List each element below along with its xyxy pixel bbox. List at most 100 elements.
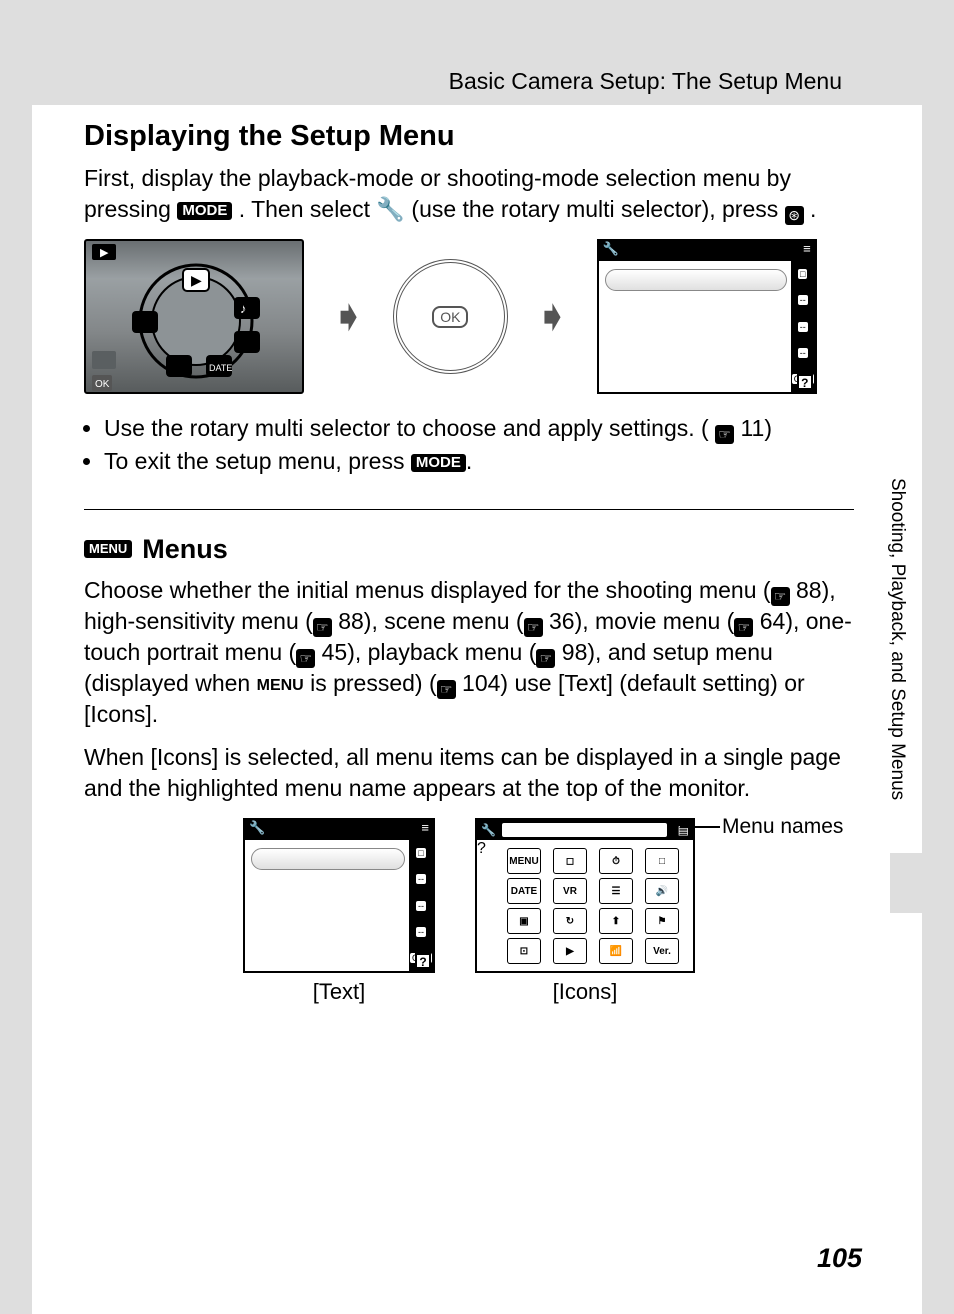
figure-row-2: 🔧 ≡ □ -- -- -- OFF ? [Text] <box>84 818 854 1005</box>
page-ref-icon: ☞ <box>313 618 332 637</box>
icons-menu-screen-figure: 🔧 ▤ MENU ◻ ⏱ □ DATE VR ☰ 🔊 ▣ ↻ <box>475 818 695 973</box>
menu-title-bar: 🔧 ≡ <box>245 820 433 840</box>
page-ref-number: 11 <box>740 415 764 441</box>
side-item: □ <box>798 269 807 279</box>
mode-dial-screen-figure: ▶ ▶ ♪ DATE OK <box>84 239 304 394</box>
arrow-right-icon: ➧ <box>330 291 367 342</box>
menu-name-area <box>502 823 667 837</box>
grid-icon: VR <box>553 878 587 904</box>
grid-icon: MENU <box>507 848 541 874</box>
slider-icon: ≡ <box>803 241 811 261</box>
breadcrumb: Basic Camera Setup: The Setup Menu <box>449 68 842 95</box>
mode-button-icon: MODE <box>411 454 466 472</box>
grid-icon: ⏱ <box>599 848 633 874</box>
intro-text: (use the rotary multi selector), press <box>411 196 784 222</box>
svg-text:DATE: DATE <box>209 363 232 373</box>
page-ref-number: 98 <box>562 639 588 665</box>
section-divider <box>84 509 854 510</box>
wrench-icon: 🔧 <box>481 823 496 837</box>
bullet-text: . <box>466 448 472 474</box>
body-text: ), playback menu ( <box>347 639 536 665</box>
wrench-icon: 🔧 <box>249 820 265 840</box>
rotary-multi-selector-figure: OK <box>393 259 508 374</box>
grid-icon: 📶 <box>599 938 633 964</box>
heading-text: Menus <box>142 534 228 565</box>
side-item: □ <box>416 848 425 858</box>
grid-icon: 🔊 <box>645 878 679 904</box>
setup-wrench-icon: 🔧 <box>376 196 405 222</box>
page-ref-number: 45 <box>322 639 348 665</box>
menu-title-bar: 🔧 ▤ <box>477 820 693 840</box>
section-heading: MENU Menus <box>84 534 854 565</box>
manual-page: Basic Camera Setup: The Setup Menu Displ… <box>32 0 922 1314</box>
menu-selected-row <box>605 269 787 291</box>
grid-icon: DATE <box>507 878 541 904</box>
mode-button-icon: MODE <box>177 202 232 220</box>
help-icon: ? <box>797 374 813 390</box>
callout-label: Menu names <box>722 815 843 839</box>
grid-icon: ↻ <box>553 908 587 934</box>
icons-menu-figure-column: 🔧 ▤ MENU ◻ ⏱ □ DATE VR ☰ 🔊 ▣ ↻ <box>475 818 695 1005</box>
body-text: is pressed) ( <box>304 670 437 696</box>
page-ref-icon: ☞ <box>524 618 543 637</box>
side-item: -- <box>416 927 426 937</box>
page-ref-number: 88 <box>338 608 364 634</box>
page-ref-icon: ☞ <box>771 587 790 606</box>
page-ref-icon: ☞ <box>715 425 734 444</box>
help-icon: ? <box>415 953 431 969</box>
grid-icon: □ <box>645 848 679 874</box>
list-item: Use the rotary multi selector to choose … <box>104 412 854 445</box>
menu-side-column: □ -- -- -- OFF <box>409 840 433 971</box>
menu-side-column: □ -- -- -- OFF <box>791 261 815 392</box>
menu-button-icon: MENU <box>84 540 132 558</box>
side-item: -- <box>416 901 426 911</box>
page-header-bar: Basic Camera Setup: The Setup Menu <box>32 0 922 105</box>
grid-icon: ⚑ <box>645 908 679 934</box>
bullet-text: ) <box>764 415 772 441</box>
grid-icon: ◻ <box>553 848 587 874</box>
page-ref-icon: ☞ <box>296 649 315 668</box>
grid-icon: Ver. <box>645 938 679 964</box>
text-menu-screen-figure: 🔧 ≡ □ -- -- -- OFF ? <box>243 818 435 973</box>
body-text: Choose whether the initial menus display… <box>84 577 771 603</box>
icons-grid: MENU ◻ ⏱ □ DATE VR ☰ 🔊 ▣ ↻ ⬆ ⚑ ⊡ ▶ <box>507 848 683 964</box>
side-tab-thumb <box>890 853 922 913</box>
bullet-text: Use the rotary multi selector to choose … <box>104 415 709 441</box>
menus-paragraph-1: Choose whether the initial menus display… <box>84 575 854 730</box>
body-text: ), movie menu ( <box>575 608 735 634</box>
svg-text:OK: OK <box>95 379 110 390</box>
menu-title-bar: 🔧 ≡ <box>599 241 815 261</box>
page-ref-number: 36 <box>549 608 575 634</box>
page-number: 105 <box>817 1243 862 1274</box>
bullet-list: Use the rotary multi selector to choose … <box>84 412 854 479</box>
menu-selected-row <box>251 848 405 870</box>
intro-text: . Then select <box>239 196 377 222</box>
body-text: ), scene menu ( <box>364 608 524 634</box>
callout-line <box>680 826 720 828</box>
mode-dial-illustration: ▶ ▶ ♪ DATE OK <box>86 241 306 396</box>
side-tab-label: Shooting, Playback, and Setup Menus <box>886 478 908 800</box>
page-ref-number: 104 <box>462 670 500 696</box>
setup-menu-text-screen-figure: 🔧 ≡ □ -- -- -- OFF ? <box>597 239 817 394</box>
grid-icon: ▶ <box>553 938 587 964</box>
arrow-right-icon: ➧ <box>534 291 571 342</box>
side-item: -- <box>798 322 808 332</box>
side-item: -- <box>798 348 808 358</box>
ok-button-icon: ⊛ <box>785 206 804 225</box>
figure-label-text: [Text] <box>313 979 366 1005</box>
grid-icon: ☰ <box>599 878 633 904</box>
page-ref-icon: ☞ <box>536 649 555 668</box>
side-tab: Shooting, Playback, and Setup Menus <box>872 478 922 918</box>
wrench-icon: 🔧 <box>603 241 619 261</box>
slider-icon: ≡ <box>421 820 429 840</box>
ok-center-button: OK <box>432 306 468 328</box>
grid-icon: ⊡ <box>507 938 541 964</box>
svg-text:♪: ♪ <box>240 301 247 316</box>
page-ref-icon: ☞ <box>437 680 456 699</box>
page-ref-number: 88 <box>796 577 822 603</box>
menus-paragraph-2: When [Icons] is selected, all menu items… <box>84 742 854 804</box>
figure-label-icons: [Icons] <box>553 979 618 1005</box>
bullet-text: To exit the setup menu, press <box>104 448 411 474</box>
list-item: To exit the setup menu, press MODE. <box>104 445 854 478</box>
page-content: Displaying the Setup Menu First, display… <box>84 120 854 1005</box>
